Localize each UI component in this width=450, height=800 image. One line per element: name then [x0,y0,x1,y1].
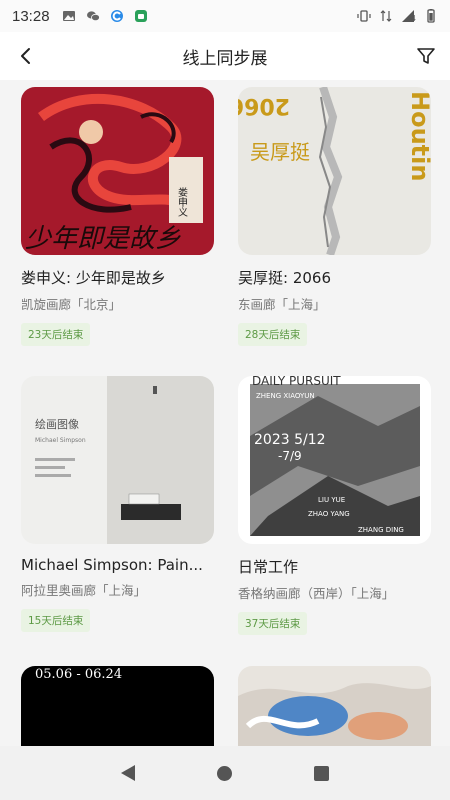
exhibition-poster[interactable]: 2066 吴厚挺 Houtin [238,87,431,255]
data-arrows-icon [380,10,392,22]
poster-date-end: -7/9 [278,449,302,463]
poster-title: 绘画图像 [35,417,79,431]
poster-date: 2023 5/12 [254,432,326,448]
status-bar: 13:28 4 [0,0,450,32]
exhibition-card[interactable]: DAILY PURSUIT 2023 5/12 -7/9 ZHENG XIAOY… [238,376,431,635]
home-icon[interactable] [217,765,232,781]
exhibition-card[interactable]: 05.06 - 06.24 [21,666,214,746]
nav-bar: 线上同步展 [0,32,450,80]
exhibition-card[interactable]: 2066 吴厚挺 Houtin 吴厚挺: 2066 东画廊「上海」 28天后结束 [238,87,431,346]
poster-artwork [238,666,431,746]
exhibition-poster[interactable]: 娄申义 少年即是故乡 [21,87,214,255]
exhibition-poster[interactable]: DAILY PURSUIT 2023 5/12 -7/9 ZHENG XIAOY… [238,376,431,544]
poster-artist-2: LIU YUE [318,496,345,504]
poster-dates: 05.06 - 06.24 [35,667,122,682]
wechat-icon [86,11,100,22]
app-icon [134,10,147,22]
exhibition-venue: 香格纳画廊（西岸）「上海」 [238,586,395,601]
poster-artwork: 05.06 - 06.24 [21,666,214,746]
poster-artist-4: ZHANG DING [358,526,404,534]
poster-artist: 吴厚挺 [250,140,310,164]
filter-icon[interactable] [414,44,438,68]
poster-artist-3: ZHAO YANG [308,510,350,518]
poster-artwork: 2066 吴厚挺 Houtin [238,87,431,255]
exhibition-venue: 东画廊「上海」 [238,297,326,312]
exhibition-poster[interactable]: 05.06 - 06.24 [21,666,214,746]
browser-icon [110,10,123,22]
gallery-icon [62,11,75,21]
exhibition-card[interactable]: 娄申义 少年即是故乡 娄申义: 少年即是故乡 凯旋画廊「北京」 23天后结束 [21,87,214,346]
poster-heading: DAILY PURSUIT [252,376,341,388]
poster-artwork: 绘画图像 Michael Simpson [21,376,214,544]
poster-artwork: DAILY PURSUIT 2023 5/12 -7/9 ZHENG XIAOY… [238,376,431,544]
system-icons: 4 [357,9,438,23]
poster-artist-vertical: 娄申义 [176,186,188,217]
exhibition-poster[interactable]: 绘画图像 Michael Simpson [21,376,214,544]
exhibition-title[interactable]: Michael Simpson: Pain... [21,556,214,574]
signal-label: 4 [410,14,416,23]
ending-badge: 23天后结束 [21,323,91,346]
poster-subtitle: Michael Simpson [35,437,86,444]
ending-badge: 28天后结束 [238,323,308,346]
exhibition-card[interactable]: 绘画图像 Michael Simpson Michael Simpson: Pa… [21,376,214,632]
exhibition-title[interactable]: 吴厚挺: 2066 [238,267,431,288]
recents-icon[interactable] [314,765,329,781]
notification-icons [62,9,148,23]
poster-number: 2066 [238,93,290,118]
exhibition-venue: 阿拉里奥画廊「上海」 [21,583,147,598]
exhibition-title[interactable]: 娄申义: 少年即是故乡 [21,267,214,288]
system-navigation-bar [0,746,450,800]
exhibition-feed[interactable]: 娄申义 少年即是故乡 娄申义: 少年即是故乡 凯旋画廊「北京」 23天后结束 2… [0,80,450,746]
battery-icon [427,9,435,23]
status-time: 13:28 [12,7,50,25]
exhibition-card[interactable] [238,666,431,746]
exhibition-venue: 凯旋画廊「北京」 [21,297,122,312]
vibrate-icon [357,10,371,22]
ending-badge: 37天后结束 [238,612,308,635]
exhibition-poster[interactable] [238,666,431,746]
poster-artwork: 娄申义 少年即是故乡 [21,87,214,255]
back-arrow-icon[interactable] [14,44,38,68]
poster-title-script: 少年即是故乡 [25,224,181,254]
ending-badge: 15天后结束 [21,609,91,632]
exhibition-title[interactable]: 日常工作 [238,556,431,577]
page-title: 线上同步展 [182,48,268,69]
poster-artist-1: ZHENG XIAOYUN [256,392,315,400]
back-icon[interactable] [121,765,135,781]
poster-side-text: Houtin [406,91,431,181]
